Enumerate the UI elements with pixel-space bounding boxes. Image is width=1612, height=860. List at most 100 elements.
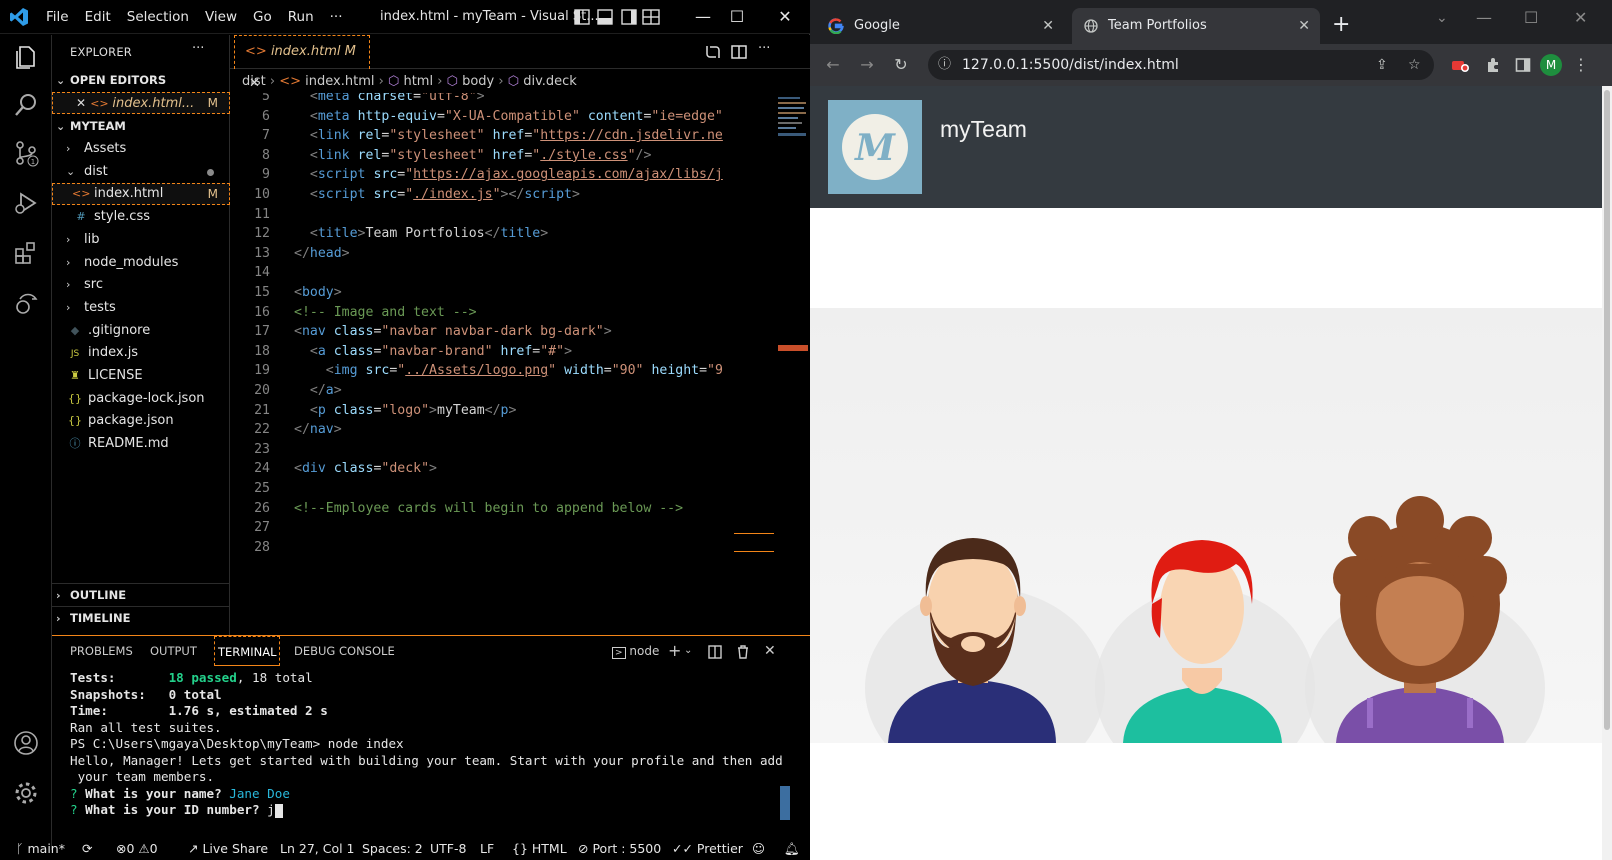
tree-item[interactable]: › Assets — [52, 138, 230, 160]
tree-item[interactable]: {} package-lock.json — [52, 388, 230, 410]
tree-item[interactable]: › lib — [52, 229, 230, 251]
chrome-maximize-button[interactable]: ☐ — [1524, 8, 1538, 27]
close-panel-icon[interactable]: ✕ — [764, 636, 776, 666]
compare-changes-icon[interactable] — [704, 43, 722, 61]
open-editor-item[interactable]: ✕ <> index.html... M — [52, 92, 230, 114]
extensions-puzzle-icon[interactable] — [1482, 54, 1504, 76]
tree-item[interactable]: {} package.json — [52, 410, 230, 432]
close-editor-icon[interactable]: ✕ — [76, 96, 86, 110]
trash-icon[interactable] — [736, 636, 750, 666]
chrome-menu-icon[interactable]: ⋮ — [1570, 54, 1592, 76]
info-icon[interactable]: ⓘ — [938, 50, 951, 80]
tree-item[interactable]: ♜ LICENSE — [52, 365, 230, 387]
side-panel-icon[interactable] — [1512, 54, 1534, 76]
code-editor[interactable]: 5 <meta charset="utf-8"> 6 <meta http-equ… — [230, 93, 775, 633]
live-share-status[interactable]: ↗ Live Share — [188, 838, 268, 860]
menu-go[interactable]: Go — [245, 0, 280, 34]
problems-status[interactable]: ⊗0 ⚠0 — [116, 838, 158, 860]
address-bar[interactable]: ⓘ 127.0.0.1:5500/dist/index.html ⇪ ☆ — [928, 50, 1434, 80]
sync-icon[interactable]: ⟳ — [82, 838, 92, 860]
extension-icon[interactable] — [1450, 56, 1470, 74]
split-editor-icon[interactable] — [730, 43, 748, 61]
notifications-bell-icon[interactable]: 🔔︎ — [784, 838, 800, 860]
menu-edit[interactable]: Edit — [77, 0, 119, 34]
menu-file[interactable]: File — [38, 0, 77, 34]
cursor-position[interactable]: Ln 27, Col 1 — [280, 838, 355, 860]
feedback-icon[interactable]: ☺ — [752, 838, 765, 860]
open-editors-section[interactable]: ⌄ OPEN EDITORS — [52, 69, 230, 91]
tab-google[interactable]: Google ✕ — [818, 8, 1064, 44]
breadcrumb-div-deck[interactable]: div.deck — [523, 74, 577, 89]
reload-icon[interactable]: ↻ — [890, 54, 912, 76]
tab-terminal[interactable]: TERMINAL — [214, 636, 281, 666]
source-control-icon[interactable]: 1 — [12, 139, 40, 167]
timeline-section[interactable]: › TIMELINE — [52, 606, 230, 628]
encoding[interactable]: UTF-8 — [430, 838, 466, 860]
line-ending[interactable]: LF — [480, 838, 494, 860]
tab-index-html[interactable]: <> index.html M ✕ — [234, 35, 370, 91]
tree-item[interactable]: JS index.js — [52, 342, 230, 364]
tab-problems[interactable]: PROBLEMS — [70, 636, 133, 666]
close-tab-icon[interactable]: ✕ — [1042, 8, 1054, 44]
tree-item[interactable]: # style.css — [52, 206, 230, 228]
answer-id[interactable]: j — [267, 802, 275, 817]
live-server-port[interactable]: ⊘ Port : 5500 — [578, 838, 661, 860]
menu-more[interactable]: ··· — [322, 0, 351, 34]
tab-team-portfolios[interactable]: Team Portfolios ✕ — [1072, 8, 1320, 44]
outline-section[interactable]: › OUTLINE — [52, 583, 230, 605]
indentation[interactable]: Spaces: 2 — [362, 838, 423, 860]
site-logo[interactable]: M — [828, 100, 922, 194]
run-debug-icon[interactable] — [12, 189, 40, 217]
maximize-button[interactable]: ☐ — [714, 0, 760, 34]
chevron-down-icon[interactable]: ⌄ — [684, 636, 692, 666]
breadcrumb-dist[interactable]: dist — [242, 74, 266, 89]
scrollbar-thumb[interactable] — [1604, 90, 1610, 730]
chrome-close-button[interactable]: ✕ — [1574, 8, 1587, 27]
menu-run[interactable]: Run — [280, 0, 322, 34]
prettier-status[interactable]: ✓✓ Prettier — [672, 838, 743, 860]
menu-selection[interactable]: Selection — [119, 0, 197, 34]
close-tab-icon[interactable]: ✕ — [1298, 8, 1310, 44]
split-terminal-icon[interactable] — [708, 636, 722, 666]
new-tab-button[interactable]: + — [1332, 14, 1350, 36]
back-arrow-icon[interactable]: ← — [822, 54, 844, 76]
project-section[interactable]: ⌄ MYTEAM — [52, 115, 230, 137]
breadcrumb-file[interactable]: index.html — [305, 74, 374, 89]
breadcrumb-body[interactable]: body — [462, 74, 494, 89]
page-scrollbar[interactable] — [1602, 86, 1612, 860]
tab-debug-console[interactable]: DEBUG CONSOLE — [294, 636, 395, 666]
minimap[interactable] — [778, 93, 808, 153]
new-terminal-icon[interactable]: + — [668, 636, 681, 666]
terminal-output[interactable]: Tests: 18 passed, 18 total Snapshots: 0 … — [70, 670, 800, 819]
close-window-button[interactable]: ✕ — [762, 0, 808, 34]
tab-search-chevron-icon[interactable]: ⌄ — [1436, 10, 1448, 26]
breadcrumb-html[interactable]: html — [403, 74, 433, 89]
accounts-icon[interactable] — [12, 729, 40, 757]
explorer-icon[interactable] — [12, 43, 40, 71]
terminal-instance[interactable]: > node — [612, 636, 659, 666]
menu-view[interactable]: View — [197, 0, 245, 34]
language-mode[interactable]: {} HTML — [512, 838, 567, 860]
search-icon[interactable] — [12, 91, 40, 119]
live-share-icon[interactable] — [12, 289, 40, 317]
extensions-icon[interactable] — [12, 239, 40, 267]
tree-item[interactable]: ⌄ dist — [52, 161, 230, 183]
explorer-more-button[interactable]: ··· — [192, 41, 204, 56]
bookmark-star-icon[interactable]: ☆ — [1408, 50, 1421, 80]
share-icon[interactable]: ⇪ — [1376, 50, 1388, 80]
tree-item[interactable]: › src — [52, 274, 230, 296]
tab-output[interactable]: OUTPUT — [150, 636, 197, 666]
profile-avatar[interactable]: M — [1540, 54, 1562, 76]
tree-item[interactable]: › node_modules — [52, 252, 230, 274]
tree-item[interactable]: <> index.html M — [52, 183, 230, 206]
settings-gear-icon[interactable] — [12, 779, 40, 807]
forward-arrow-icon[interactable]: → — [856, 54, 878, 76]
tree-item[interactable]: › tests — [52, 297, 230, 319]
editor-more-icon[interactable]: ··· — [758, 41, 770, 56]
tree-item[interactable]: ◆ .gitignore — [52, 320, 230, 342]
tree-item[interactable]: ⓘ README.md — [52, 433, 230, 455]
terminal-scrollbar[interactable] — [780, 786, 790, 820]
customize-layout-icon[interactable] — [642, 9, 660, 25]
branch-status[interactable]: ᚴ main* — [16, 838, 65, 860]
chrome-minimize-button[interactable]: — — [1476, 8, 1492, 27]
